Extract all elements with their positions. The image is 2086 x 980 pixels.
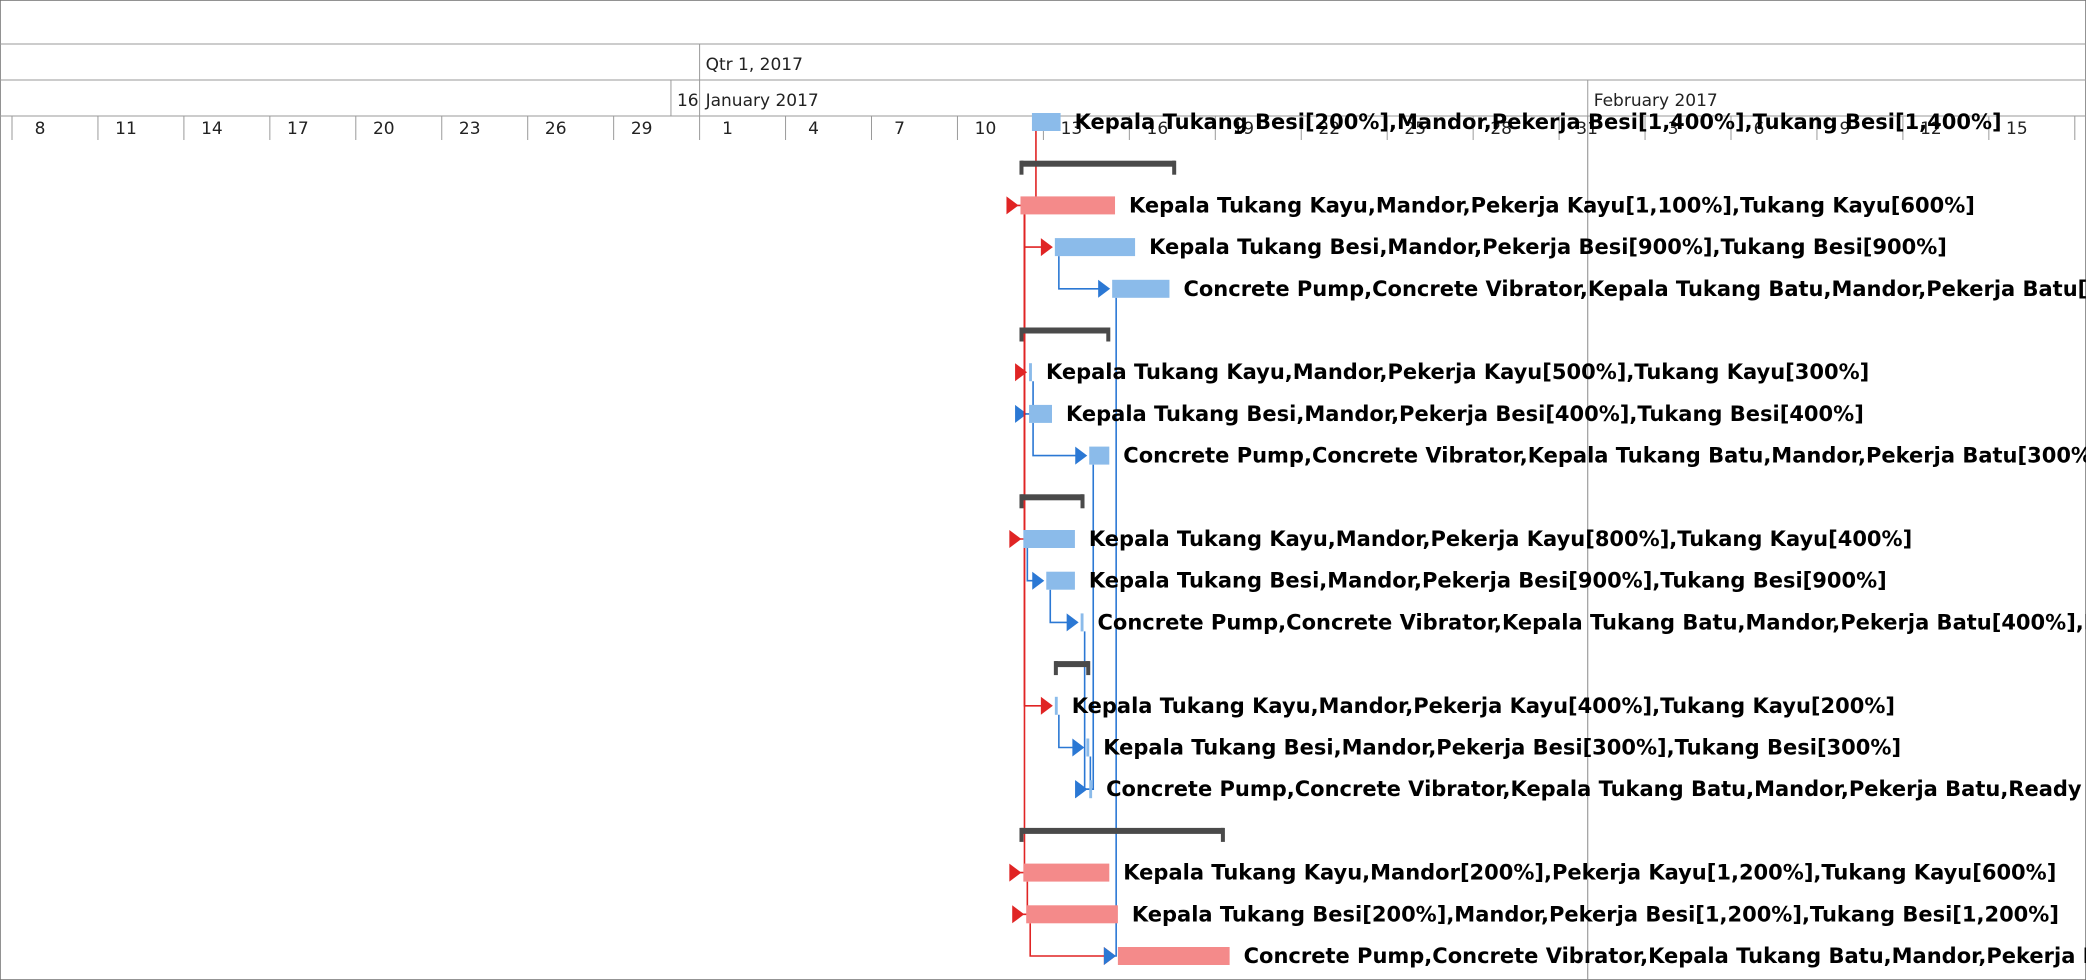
task-row: Kepala Tukang Kayu,Mandor,Pekerja Kayu[4…: [1054, 694, 1895, 718]
gantt-canvas: Qtr 1, 201716January 2017February 2017Ma…: [0, 0, 2086, 980]
task-bar[interactable]: [1086, 738, 1090, 757]
task-row: Kepala Tukang Kayu,Mandor,Pekerja Kayu[5…: [1029, 360, 1869, 384]
summary-bar[interactable]: [1020, 327, 1110, 334]
resource-label: Kepala Tukang Besi[200%],Mandor,Pekerja …: [1075, 110, 2002, 134]
day-label: 11: [115, 119, 137, 139]
resource-label: Concrete Pump,Concrete Vibrator,Kepala T…: [1106, 777, 2086, 801]
day-label: 14: [201, 119, 223, 139]
summary-bar-end-cap: [1080, 494, 1085, 509]
task-bar[interactable]: [1023, 863, 1110, 882]
day-label: 17: [287, 119, 309, 139]
resource-label: Kepala Tukang Kayu,Mandor,Pekerja Kayu[4…: [1072, 694, 1895, 718]
task-row: Concrete Pump,Concrete Vibrator,Kepala T…: [1080, 610, 2086, 634]
resource-label: Concrete Pump,Concrete Vibrator,Kepala T…: [1183, 277, 2086, 301]
summary-bar-start-cap: [1053, 661, 1058, 676]
summary-bar-start-cap: [1019, 327, 1024, 342]
resource-label: Kepala Tukang Besi,Mandor,Pekerja Besi[4…: [1066, 402, 1864, 426]
task-row: Kepala Tukang Kayu,Mandor,Pekerja Kayu[8…: [1023, 527, 1912, 551]
month-label: January 2017: [705, 91, 819, 111]
summary-bar-end-cap: [1220, 827, 1225, 842]
day-label: 29: [631, 119, 653, 139]
summary-bar[interactable]: [1020, 494, 1084, 501]
summary-bar[interactable]: [1020, 827, 1224, 834]
day-label: 7: [894, 119, 905, 139]
gantt-chart: Qtr 1, 201716January 2017February 2017Ma…: [0, 0, 2086, 980]
task-row: Kepala Tukang Besi,Mandor,Pekerja Besi[3…: [1086, 736, 1901, 760]
task-bar[interactable]: [1026, 905, 1118, 924]
summary-bar[interactable]: [1054, 661, 1090, 668]
summary-bar-start-cap: [1019, 494, 1024, 509]
task-row: Kepala Tukang Kayu,Mandor[200%],Pekerja …: [1023, 861, 2056, 885]
task-row: Concrete Pump,Concrete Vibrator,Kepala T…: [1089, 777, 2086, 801]
task-row: Kepala Tukang Besi,Mandor,Pekerja Besi[4…: [1029, 402, 1864, 426]
resource-label: Kepala Tukang Besi,Mandor,Pekerja Besi[9…: [1149, 235, 1947, 259]
task-row: Kepala Tukang Besi[200%],Mandor,Pekerja …: [1026, 902, 2059, 926]
task-row: Kepala Tukang Kayu,Mandor,Pekerja Kayu[1…: [1020, 193, 1975, 217]
resource-label: Concrete Pump,Concrete Vibrator,Kepala T…: [1123, 444, 2086, 468]
day-label: 1: [722, 119, 733, 139]
task-row: Concrete Pump,Concrete Vibrator,Kepala T…: [1117, 944, 2086, 968]
resource-label: Kepala Tukang Kayu,Mandor,Pekerja Kayu[8…: [1089, 527, 1912, 551]
summary-bar-start-cap: [1019, 160, 1024, 175]
resource-label: Kepala Tukang Besi,Mandor,Pekerja Besi[9…: [1089, 569, 1887, 593]
task-bar[interactable]: [1112, 279, 1170, 298]
task-bar[interactable]: [1029, 404, 1052, 423]
task-row: Kepala Tukang Besi,Mandor,Pekerja Besi[9…: [1054, 235, 1947, 259]
summary-bar-end-cap: [1086, 661, 1091, 676]
day-label: 20: [373, 119, 395, 139]
summary-bar-start-cap: [1019, 827, 1024, 842]
task-row: Concrete Pump,Concrete Vibrator,Kepala T…: [1112, 277, 2086, 301]
resource-label: Kepala Tukang Kayu,Mandor,Pekerja Kayu[1…: [1129, 193, 1975, 217]
day-label: 10: [975, 119, 997, 139]
day-label: 8: [35, 119, 46, 139]
task-bar[interactable]: [1080, 613, 1084, 632]
day-label: 15: [2006, 119, 2028, 139]
resource-label: Kepala Tukang Besi[200%],Mandor,Pekerja …: [1132, 902, 2059, 926]
task-bar[interactable]: [1089, 446, 1110, 465]
resource-label: Concrete Pump,Concrete Vibrator,Kepala T…: [1244, 944, 2086, 968]
task-bar[interactable]: [1089, 780, 1093, 799]
task-bar[interactable]: [1046, 571, 1075, 590]
task-bar[interactable]: [1020, 196, 1116, 215]
task-row: Concrete Pump,Concrete Vibrator,Kepala T…: [1089, 444, 2086, 468]
quarter-label: Qtr 1, 2017: [706, 55, 803, 75]
task-bar[interactable]: [1054, 696, 1058, 715]
resource-label: Kepala Tukang Kayu,Mandor,Pekerja Kayu[5…: [1046, 360, 1869, 384]
summary-bar[interactable]: [1020, 160, 1176, 167]
summary-bar-end-cap: [1172, 160, 1177, 175]
task-bar[interactable]: [1029, 363, 1032, 382]
day-label: 26: [545, 119, 567, 139]
task-bar[interactable]: [1117, 947, 1230, 965]
task-row: Kepala Tukang Besi[200%],Mandor,Pekerja …: [1031, 110, 2002, 134]
summary-bar-end-cap: [1106, 327, 1111, 342]
resource-label: Kepala Tukang Kayu,Mandor[200%],Pekerja …: [1123, 861, 2056, 885]
month-label: 16: [677, 91, 699, 111]
task-bar[interactable]: [1031, 113, 1061, 131]
day-label: 23: [459, 119, 481, 139]
resource-label: Kepala Tukang Besi,Mandor,Pekerja Besi[3…: [1103, 736, 1901, 760]
task-bar[interactable]: [1023, 530, 1075, 548]
resource-label: Concrete Pump,Concrete Vibrator,Kepala T…: [1098, 610, 2086, 634]
month-label: February 2017: [1594, 91, 1718, 111]
task-bar[interactable]: [1054, 238, 1136, 257]
task-row: Kepala Tukang Besi,Mandor,Pekerja Besi[9…: [1046, 569, 1887, 593]
day-label: 4: [808, 119, 819, 139]
